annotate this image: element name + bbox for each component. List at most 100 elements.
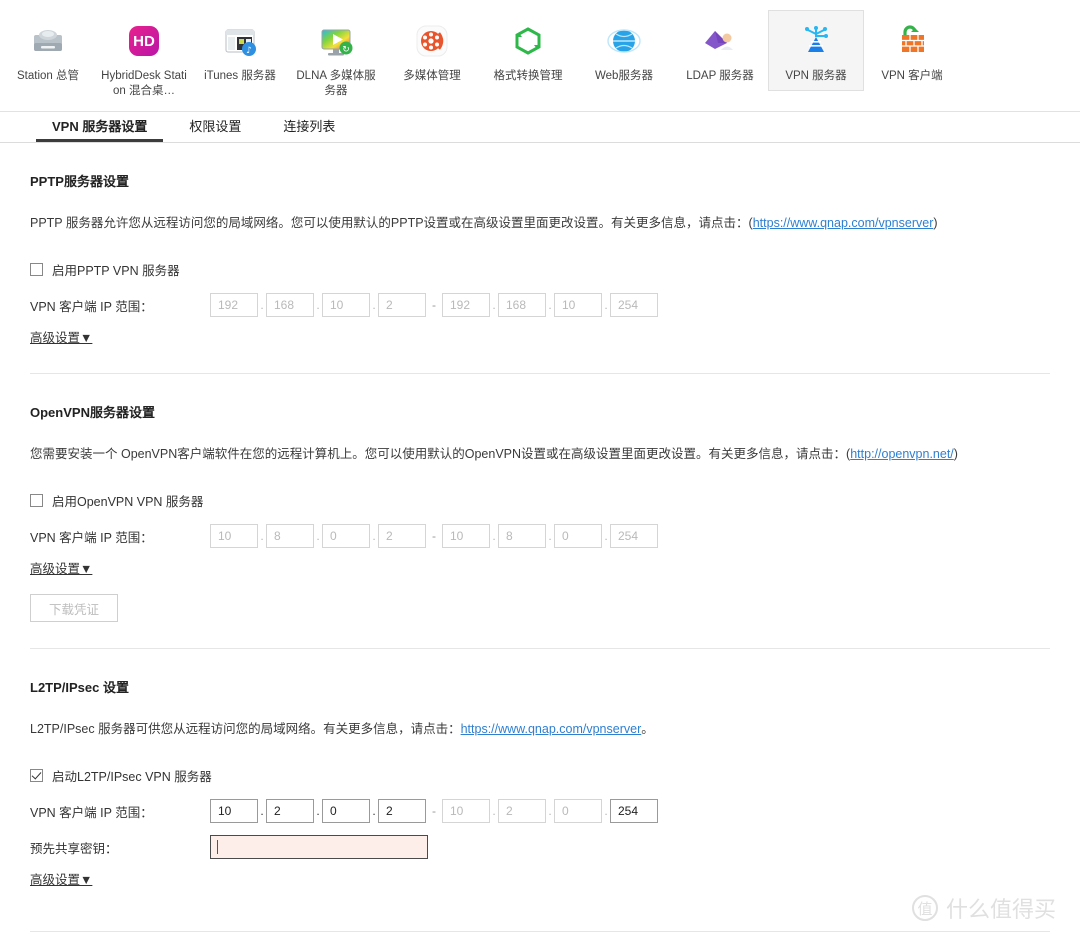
- openvpn-enable-row[interactable]: 启用OpenVPN VPN 服务器: [30, 463, 1050, 510]
- pptp-section-title: PPTP服务器设置: [30, 174, 129, 189]
- l2tp-preshared-key-row: 预先共享密钥：: [30, 823, 1050, 859]
- pptp-ip-start-octet-3[interactable]: [322, 293, 370, 317]
- l2tp-help-link[interactable]: https://www.qnap.com/vpnserver: [461, 722, 642, 736]
- openvpn-enable-checkbox[interactable]: [30, 494, 43, 507]
- l2tp-enable-checkbox[interactable]: [30, 769, 43, 782]
- settings-content: PPTP服务器设置 PPTP 服务器允许您从远程访问您的局域网络。您可以使用默认…: [0, 143, 1080, 938]
- ip-range-dash: -: [432, 529, 436, 543]
- preshared-key-input[interactable]: [210, 835, 428, 859]
- app-tile-multimedia-manager[interactable]: 多媒体管理: [384, 10, 480, 91]
- ip-dot: .: [548, 804, 552, 818]
- app-tile-label: 格式转换管理: [493, 70, 563, 82]
- openvpn-ip-start-octet-2[interactable]: [266, 524, 314, 548]
- tab-vpn-server-settings[interactable]: VPN 服务器设置: [36, 112, 164, 142]
- openvpn-download-cert-row: 下载凭证: [30, 578, 1050, 622]
- section-l2tp-ipsec: L2TP/IPsec 设置 L2TP/IPsec 服务器可供您从远程访问您的局域…: [30, 649, 1050, 889]
- pptp-ip-end-octet-3[interactable]: [554, 293, 602, 317]
- footer-actions: 应用: [30, 932, 1050, 938]
- svg-text:♪: ♪: [246, 46, 252, 56]
- l2tp-description-text: L2TP/IPsec 服务器可供您从远程访问您的局域网络。有关更多信息，请点击：: [30, 722, 461, 736]
- app-tile-dlna-media-server[interactable]: ↻ DLNA 多媒体服务器: [288, 10, 384, 106]
- vpn-client-firewall-icon: [890, 19, 934, 63]
- watermark-text: 什么值得买: [945, 897, 1056, 922]
- pptp-ip-start-octet-4[interactable]: [378, 293, 426, 317]
- app-toolbar: Station 总管 HD HybridDesk Station 混合桌… ♪ …: [0, 0, 1080, 112]
- l2tp-section-title: L2TP/IPsec 设置: [30, 680, 129, 695]
- l2tp-ip-start-octet-3[interactable]: [322, 799, 370, 823]
- vpn-server-antenna-icon: [794, 19, 838, 63]
- pptp-ip-start-octet-2[interactable]: [266, 293, 314, 317]
- ip-dot: .: [372, 529, 376, 543]
- l2tp-ip-start-octet-1[interactable]: [210, 799, 258, 823]
- l2tp-advanced-settings-toggle[interactable]: 高级设置▼: [30, 859, 92, 888]
- pptp-ip-end-octet-1[interactable]: [442, 293, 490, 317]
- pptp-ip-end-group: . . .: [442, 293, 658, 317]
- ip-range-dash: -: [432, 804, 436, 818]
- tab-connection-list[interactable]: 连接列表: [267, 112, 351, 142]
- ip-dot: .: [316, 804, 320, 818]
- ip-range-dash: -: [432, 298, 436, 312]
- ip-dot: .: [492, 804, 496, 818]
- app-tile-station-manager[interactable]: Station 总管: [0, 10, 96, 91]
- app-tile-vpn-server[interactable]: VPN 服务器: [768, 10, 864, 91]
- l2tp-ip-end-group: . . .: [442, 799, 658, 823]
- openvpn-help-link[interactable]: http://openvpn.net/: [850, 447, 954, 461]
- openvpn-ip-start-group: . . .: [210, 524, 426, 548]
- download-certificate-button[interactable]: 下载凭证: [30, 594, 119, 622]
- ip-dot: .: [492, 298, 496, 312]
- openvpn-ip-end-octet-1[interactable]: [442, 524, 490, 548]
- tab-permission-settings[interactable]: 权限设置: [173, 112, 257, 142]
- l2tp-ip-start-octet-4[interactable]: [378, 799, 426, 823]
- l2tp-ip-end-octet-3[interactable]: [554, 799, 602, 823]
- pptp-description: PPTP 服务器允许您从远程访问您的局域网络。您可以使用默认的PPTP设置或在高…: [30, 190, 1050, 232]
- openvpn-ip-end-octet-3[interactable]: [554, 524, 602, 548]
- app-tile-vpn-client[interactable]: VPN 客户端: [864, 10, 960, 91]
- nas-station-icon: [26, 19, 70, 63]
- ip-dot: .: [492, 529, 496, 543]
- openvpn-ip-end-octet-2[interactable]: [498, 524, 546, 548]
- app-tile-label: DLNA 多媒体服务器: [296, 70, 376, 97]
- multimedia-manager-icon: [410, 19, 454, 63]
- app-tile-web-server[interactable]: Web服务器: [576, 10, 672, 91]
- openvpn-ip-start-octet-3[interactable]: [322, 524, 370, 548]
- pptp-ip-start-octet-1[interactable]: [210, 293, 258, 317]
- app-tile-label: 多媒体管理: [403, 70, 461, 82]
- l2tp-enable-row[interactable]: 启动L2TP/IPsec VPN 服务器: [30, 738, 1050, 785]
- app-tile-ldap-server[interactable]: LDAP 服务器: [672, 10, 768, 91]
- l2tp-ip-start-octet-2[interactable]: [266, 799, 314, 823]
- openvpn-ip-end-octet-4[interactable]: [610, 524, 658, 548]
- pptp-ip-end-octet-4[interactable]: [610, 293, 658, 317]
- l2tp-ip-start-group: . . .: [210, 799, 426, 823]
- app-tile-transcode-manager[interactable]: 格式转换管理: [480, 10, 576, 91]
- openvpn-section-title: OpenVPN服务器设置: [30, 405, 155, 420]
- app-tile-label: VPN 客户端: [881, 70, 943, 82]
- pptp-help-link[interactable]: https://www.qnap.com/vpnserver: [753, 216, 934, 230]
- tab-label: 连接列表: [283, 119, 336, 134]
- itunes-server-icon: ♪: [218, 19, 262, 63]
- pptp-advanced-settings-toggle[interactable]: 高级设置▼: [30, 317, 92, 346]
- l2tp-ip-end-octet-2[interactable]: [498, 799, 546, 823]
- pptp-ip-start-group: . . .: [210, 293, 426, 317]
- l2tp-ip-end-octet-4[interactable]: [610, 799, 658, 823]
- openvpn-ip-start-octet-4[interactable]: [378, 524, 426, 548]
- ip-dot: .: [260, 298, 264, 312]
- ip-dot: .: [260, 804, 264, 818]
- ip-dot: .: [372, 804, 376, 818]
- openvpn-advanced-settings-toggle[interactable]: 高级设置▼: [30, 548, 92, 577]
- pptp-ip-end-octet-2[interactable]: [498, 293, 546, 317]
- watermark: 值 什么值得买: [911, 892, 1056, 924]
- l2tp-ip-end-octet-1[interactable]: [442, 799, 490, 823]
- pptp-link-paren-close: ): [933, 216, 938, 230]
- pptp-enable-row[interactable]: 启用PPTP VPN 服务器: [30, 232, 1050, 279]
- openvpn-ip-range-label: VPN 客户端 IP 范围：: [30, 530, 153, 545]
- l2tp-description: L2TP/IPsec 服务器可供您从远程访问您的局域网络。有关更多信息，请点击：…: [30, 696, 1050, 738]
- pptp-enable-checkbox[interactable]: [30, 263, 43, 276]
- openvpn-ip-start-octet-1[interactable]: [210, 524, 258, 548]
- app-tile-label: HybridDesk Station 混合桌…: [101, 70, 187, 97]
- pptp-ip-range-label: VPN 客户端 IP 范围：: [30, 299, 153, 314]
- ip-dot: .: [260, 529, 264, 543]
- app-tile-hybriddesk-station[interactable]: HD HybridDesk Station 混合桌…: [96, 10, 192, 106]
- app-tile-itunes-server[interactable]: ♪ iTunes 服务器: [192, 10, 288, 91]
- app-tile-label: LDAP 服务器: [686, 70, 754, 82]
- openvpn-ip-end-group: . . .: [442, 524, 658, 548]
